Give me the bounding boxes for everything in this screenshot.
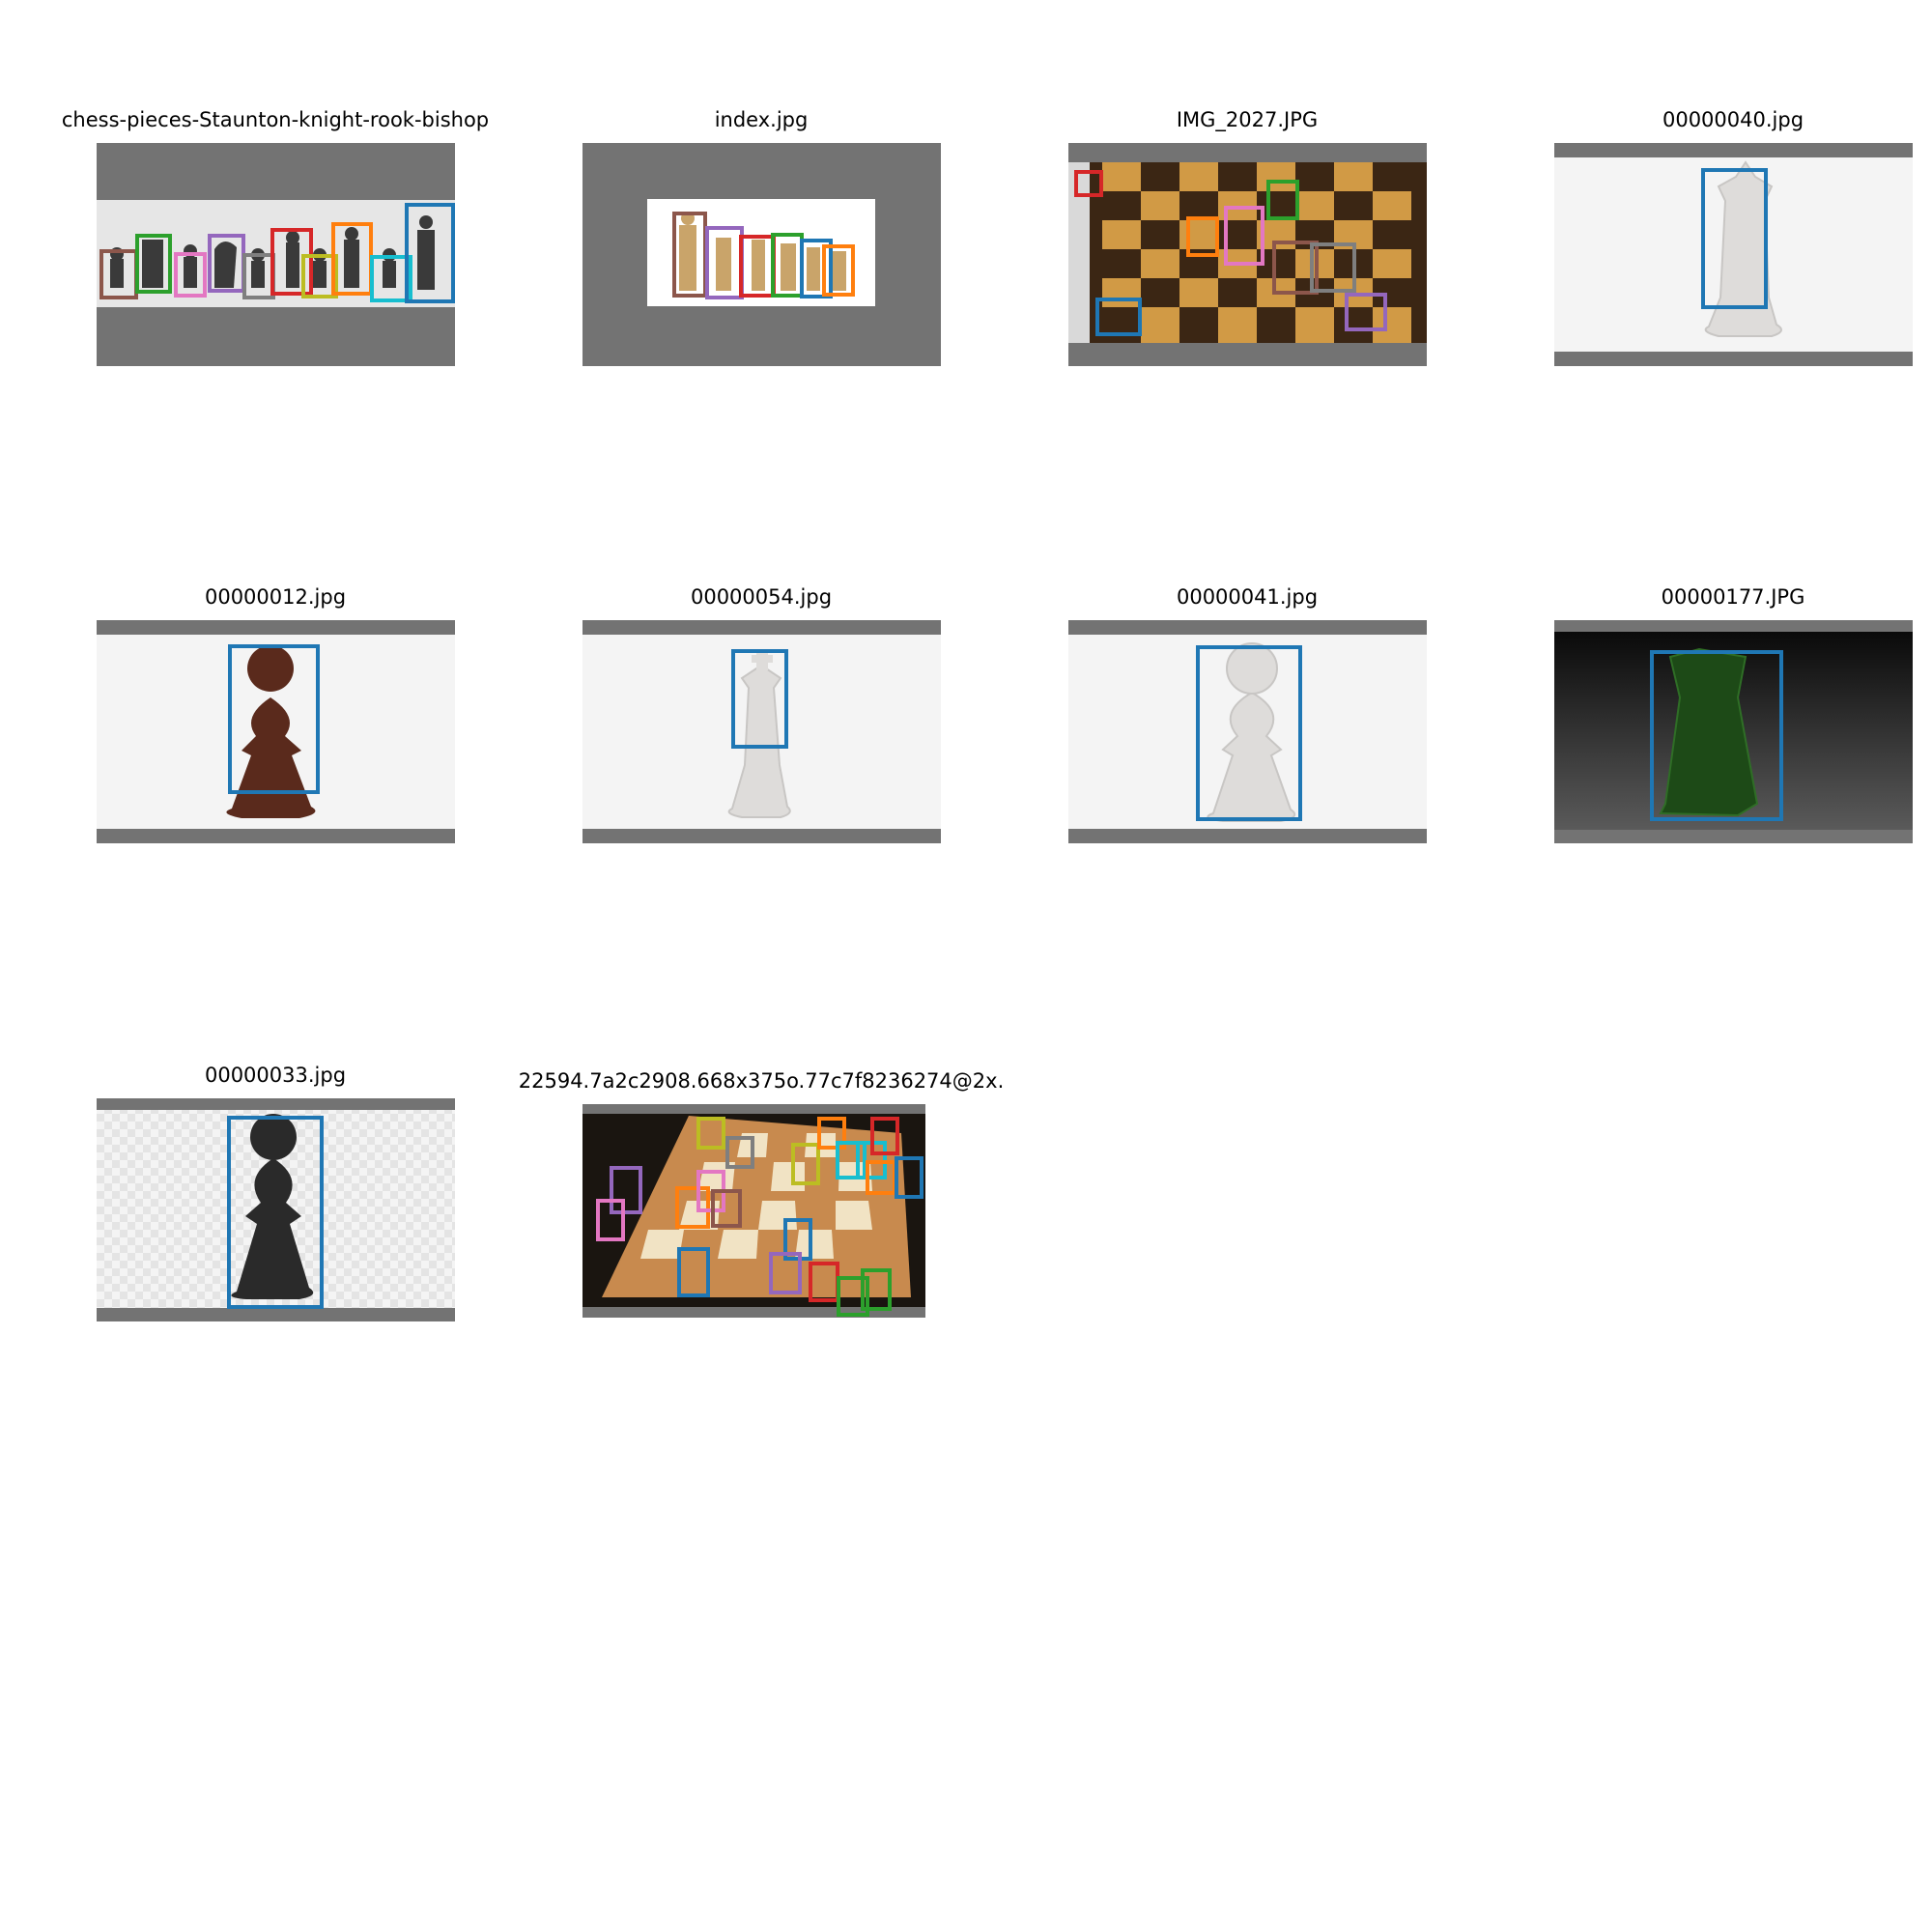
panel-5-image (97, 620, 455, 843)
panel-9-title: 00000033.jpg (204, 1064, 347, 1087)
panel-10-image (582, 1104, 925, 1318)
panel-10-title: 22594.7a2c2908.668x375o.77c7f8236274@2x. (518, 1069, 1005, 1093)
panel-1-image (97, 143, 455, 366)
panel-3-image (1068, 143, 1427, 366)
green-rook-photo (1554, 620, 1913, 843)
panel-3-title: IMG_2027.JPG (1176, 108, 1319, 131)
panel-2-title: index.jpg (714, 108, 809, 131)
panel-7-title: 00000041.jpg (1176, 585, 1319, 609)
panel-4-image (1554, 143, 1913, 366)
white-pawn-photo (1068, 620, 1427, 843)
panel-6-title: 00000054.jpg (690, 585, 833, 609)
panel-8-image (1554, 620, 1913, 843)
white-queen-photo (1554, 143, 1913, 366)
panel-1-title: chess-pieces-Staunton-knight-rook-bishop (61, 108, 490, 131)
panel-6-image (582, 620, 941, 843)
chessboard-photo (1068, 143, 1427, 366)
panel-9-image (97, 1098, 455, 1321)
panel-8-title: 00000177.JPG (1661, 585, 1805, 609)
panel-5-title: 00000012.jpg (204, 585, 347, 609)
chess-set-photo (582, 143, 941, 366)
panel-2-image (582, 143, 941, 366)
panel-7-image (1068, 620, 1427, 843)
panel-4-title: 00000040.jpg (1662, 108, 1804, 131)
black-pawn-photo (97, 1098, 455, 1321)
brown-pawn-photo (97, 620, 455, 843)
chess-pieces-photo (97, 143, 455, 366)
chessboard-3d-photo (582, 1104, 925, 1318)
white-king-photo (582, 620, 941, 843)
